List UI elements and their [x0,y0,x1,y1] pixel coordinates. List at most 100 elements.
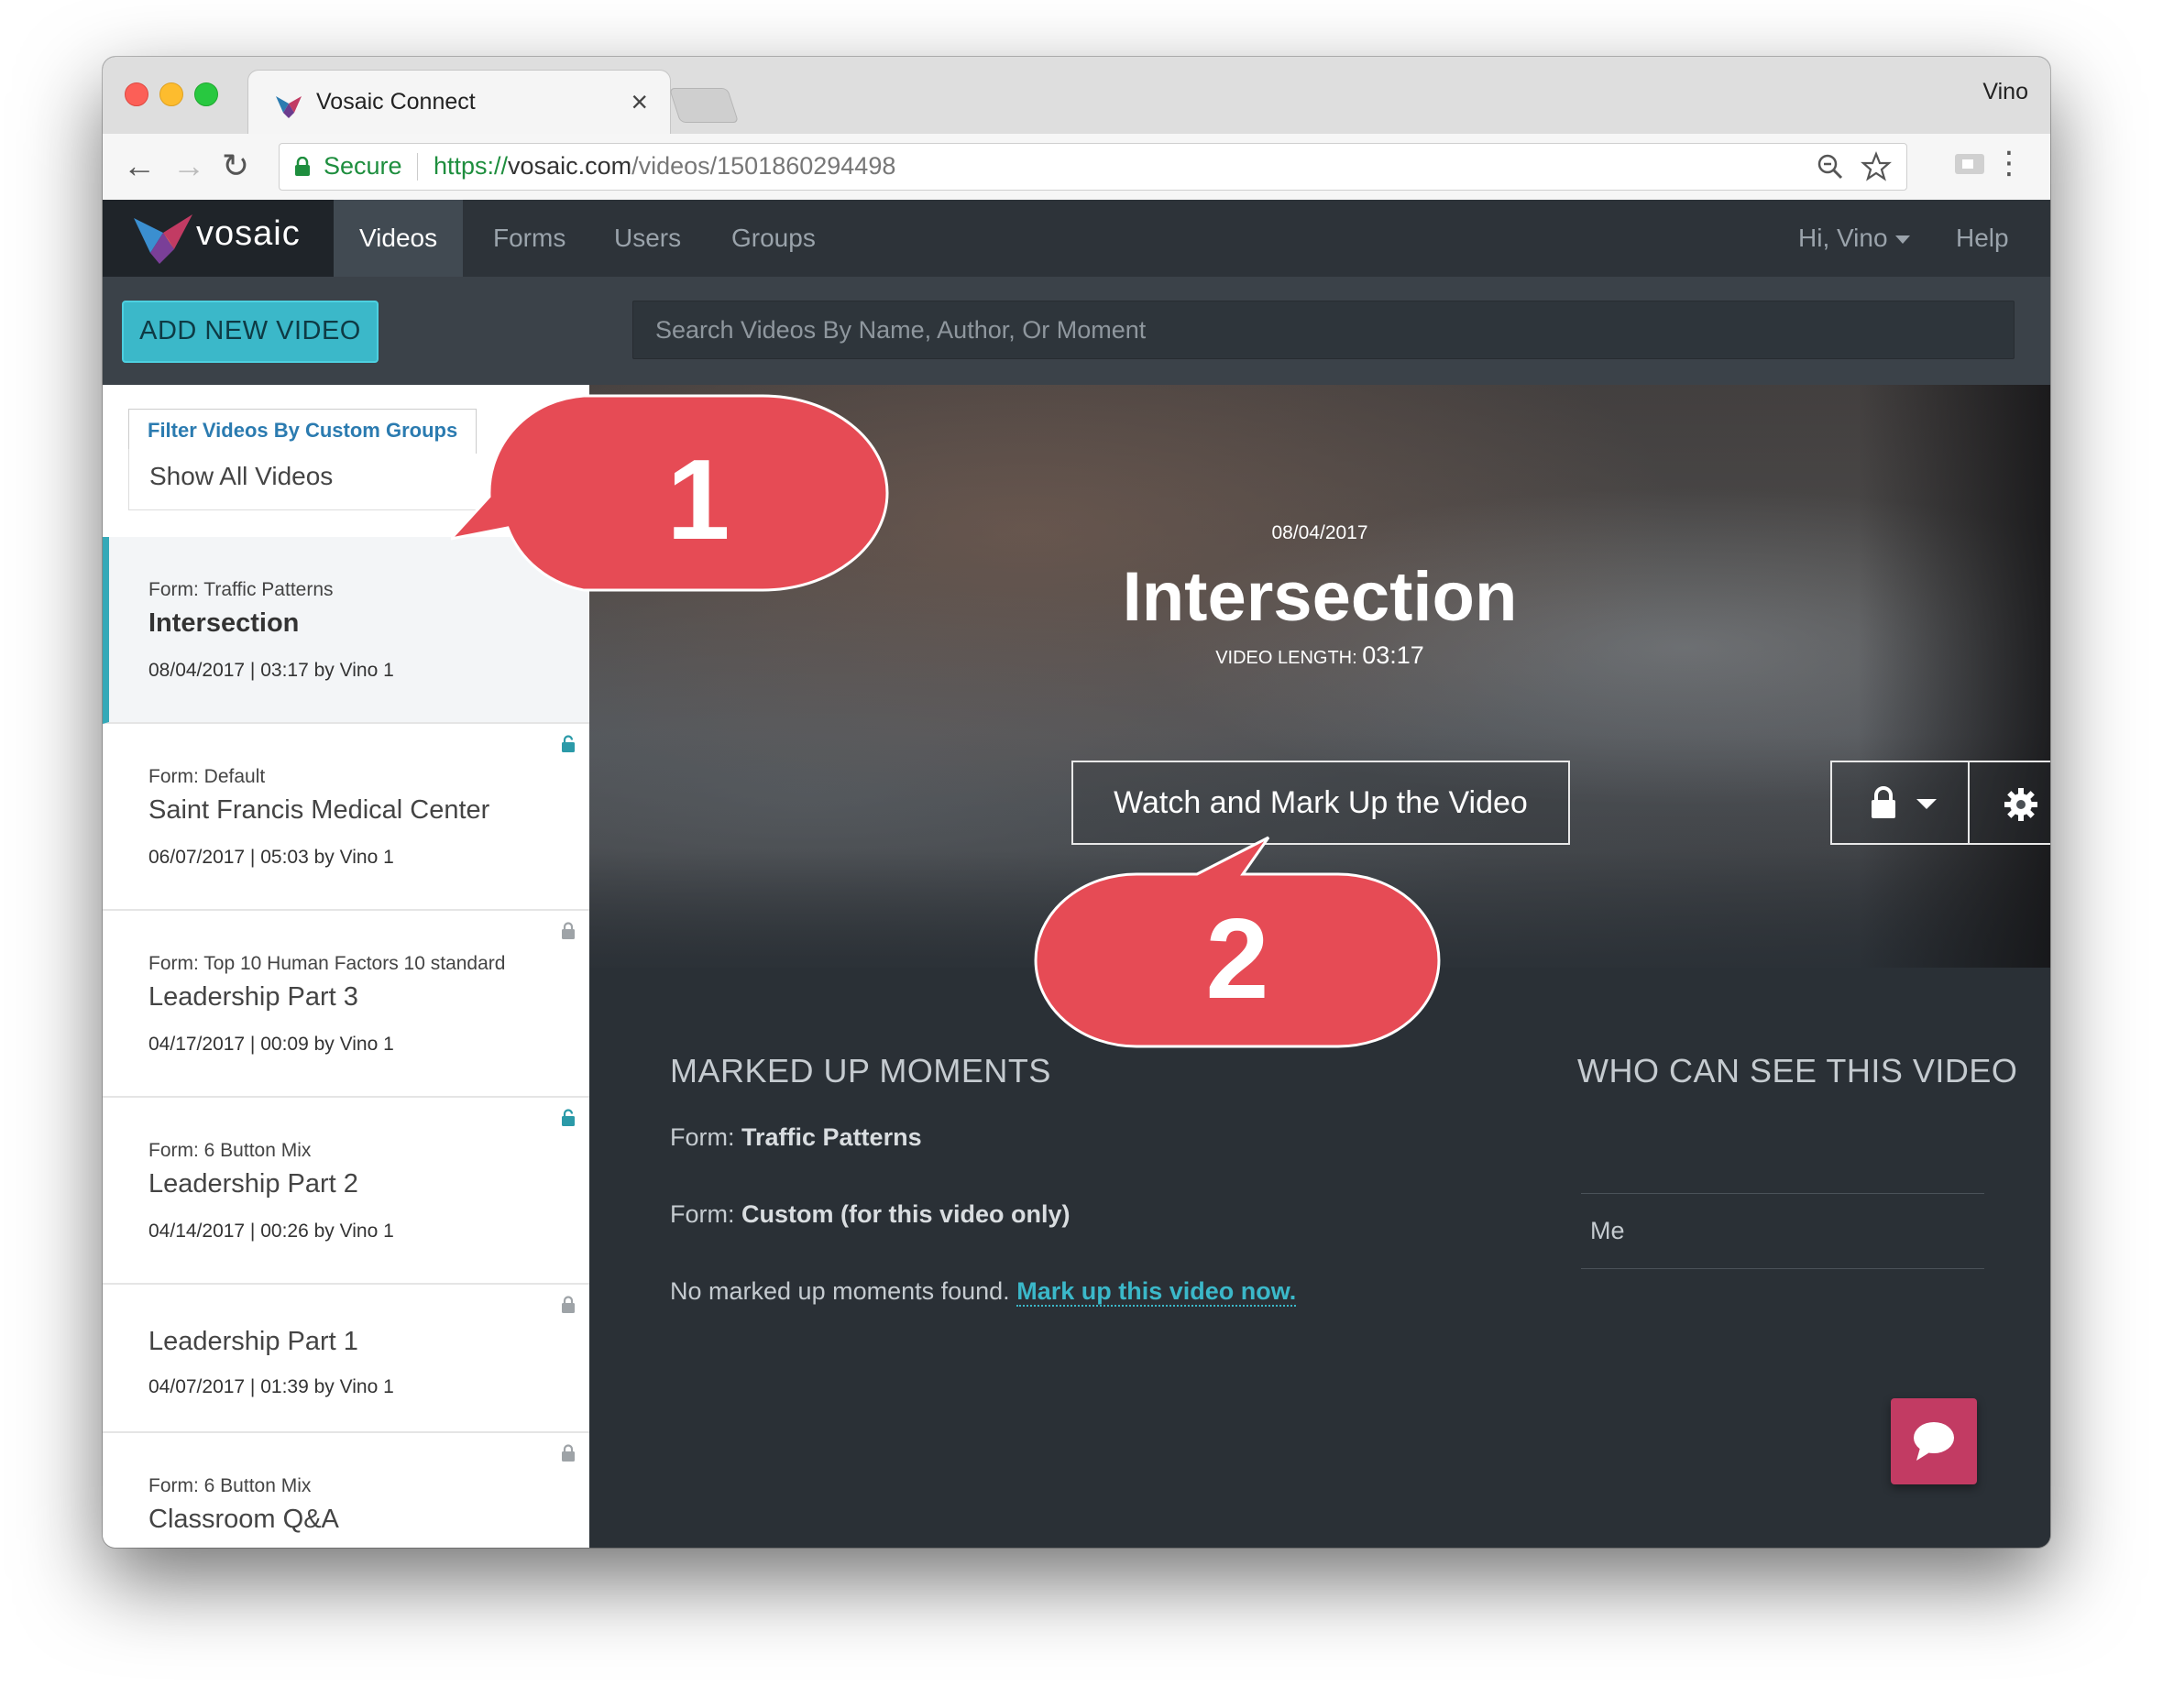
video-list: Form: Traffic Patterns Intersection 08/0… [103,537,589,1548]
filter-label: Filter Videos By Custom Groups [128,409,478,454]
video-meta: 06/07/2017 | 05:03 by Vino 1 [148,847,394,868]
video-details: MARKED UP MOMENTS Form: Traffic Patterns… [589,968,2050,1548]
video-title: Leadership Part 1 [148,1327,358,1356]
settings-dropdown-button[interactable] [1968,762,2050,843]
video-meta: 04/07/2017 | 01:39 by Vino 1 [148,1376,394,1397]
callout-number: 1 [666,437,730,564]
video-title: Leadership Part 3 [148,982,358,1012]
video-meta: 04/14/2017 | 00:26 by Vino 1 [148,1221,394,1242]
no-moments-text: No marked up moments found. [670,1277,1010,1305]
tab-close-icon[interactable]: × [631,85,648,119]
nav-groups[interactable]: Groups [706,200,841,277]
lock-open-icon [562,1109,575,1126]
form-name: Custom (for this video only) [741,1200,1071,1228]
new-tab-button[interactable] [668,88,740,123]
user-greeting: Hi, Vino [1798,224,1888,252]
action-bar: ADD NEW VIDEO [103,277,2050,385]
user-menu-caret-icon [1894,235,1910,245]
search-videos-input[interactable] [632,301,2015,359]
forward-arrow-icon[interactable]: → [172,143,205,189]
privacy-caret-icon [1916,799,1937,809]
add-new-video-button[interactable]: ADD NEW VIDEO [122,301,379,363]
nav-forms[interactable]: Forms [467,200,591,277]
video-form: Form: Default [148,766,266,787]
lock-closed-icon [562,1444,575,1462]
gear-icon [2004,788,2037,821]
video-title: Leadership Part 2 [148,1169,358,1199]
video-title: Intersection [148,608,300,638]
form-traffic-patterns: Form: Traffic Patterns [670,1123,922,1152]
form-prefix: Form: [670,1200,735,1228]
video-title: Saint Francis Medical Center [148,795,490,825]
divider [1581,1268,1984,1269]
bookmark-star-icon[interactable] [1861,151,1892,182]
lock-open-icon [562,735,575,752]
tab-title: Vosaic Connect [316,89,476,115]
lock-closed-icon [562,1296,575,1313]
url-path: /videos/1501860294498 [631,152,896,180]
secure-label: Secure [324,152,402,180]
close-window-button[interactable] [125,82,148,106]
url-divider [417,153,418,181]
browser-tab-active[interactable]: Vosaic Connect × [247,70,671,136]
form-prefix: Form: [670,1123,735,1151]
minimize-window-button[interactable] [159,82,183,106]
video-options-group [1830,761,2050,845]
chat-button[interactable] [1891,1398,1977,1484]
nav-users[interactable]: Users [588,200,707,277]
video-title: Classroom Q&A [148,1505,339,1534]
extension-icon[interactable] [1953,152,1986,178]
browser-window: Vosaic Connect × Vino ← → ↻ Secure https… [103,57,2050,1548]
video-list-item[interactable]: Form: 6 Button Mix Classroom Q&A [103,1433,589,1548]
brand-name: vosaic [196,214,301,253]
nav-help[interactable]: Help [1956,200,2009,277]
chat-bubble-icon [1914,1422,1954,1461]
zoom-icon[interactable] [1815,151,1846,182]
url-text[interactable]: https://vosaic.com/videos/1501860294498 [434,152,895,181]
maximize-window-button[interactable] [194,82,218,106]
profile-name[interactable]: Vino [1982,79,2028,105]
video-form: Form: 6 Button Mix [148,1475,312,1496]
browser-toolbar: ← → ↻ Secure https://vosaic.com/videos/1… [103,134,2050,201]
who-can-see-heading: WHO CAN SEE THIS VIDEO [1577,1052,2018,1089]
mark-up-now-link[interactable]: Mark up this video now. [1016,1277,1297,1307]
video-list-item[interactable]: Form: 6 Button Mix Leadership Part 2 04/… [103,1098,589,1285]
url-scheme: https:// [434,152,509,180]
callout-2: 2 [1034,832,1441,1050]
video-length: VIDEO LENGTH: 03:17 [589,641,2050,670]
video-meta: 08/04/2017 | 03:17 by Vino 1 [148,660,394,681]
video-form: Form: Top 10 Human Factors 10 standard [148,953,506,974]
no-moments-message: No marked up moments found. Mark up this… [670,1277,1297,1307]
vosaic-logo-icon [134,214,192,264]
video-list-item[interactable]: Leadership Part 1 04/07/2017 | 01:39 by … [103,1285,589,1433]
brand-logo[interactable]: vosaic [103,200,334,277]
secure-lock-icon [295,157,310,176]
marked-moments-heading: MARKED UP MOMENTS [670,1052,1051,1089]
video-form: Form: 6 Button Mix [148,1140,312,1161]
browser-menu-icon[interactable]: ⋮ [1993,145,2025,181]
lock-icon [1872,786,1895,818]
address-bar[interactable]: Secure https://vosaic.com/videos/1501860… [279,143,1907,191]
url-host: vosaic.com [508,152,632,180]
tab-strip: Vosaic Connect × Vino [103,57,2050,136]
privacy-dropdown-button[interactable] [1832,762,1967,843]
video-list-item[interactable]: Form: Default Saint Francis Medical Cent… [103,724,589,911]
nav-videos[interactable]: Videos [334,200,464,277]
video-length-label: VIDEO LENGTH: [1215,648,1357,668]
video-meta: 04/17/2017 | 00:09 by Vino 1 [148,1034,394,1055]
callout-number: 2 [1205,896,1269,1023]
back-arrow-icon[interactable]: ← [123,143,156,189]
lock-closed-icon [562,922,575,939]
video-list-item[interactable]: Form: Top 10 Human Factors 10 standard L… [103,911,589,1098]
form-name: Traffic Patterns [741,1123,922,1151]
viewer-item: Me [1590,1217,1625,1244]
reload-icon[interactable]: ↻ [222,143,249,189]
divider [1581,1193,1984,1194]
form-custom: Form: Custom (for this video only) [670,1200,1071,1229]
callout-1: 1 [451,394,891,607]
video-length-value: 03:17 [1362,641,1424,669]
user-menu[interactable]: Hi, Vino [1798,200,1910,277]
app-navbar: vosaic Videos Forms Users Groups Hi, Vin… [103,200,2050,277]
filter-selected-value: Show All Videos [149,462,334,490]
video-form: Form: Traffic Patterns [148,579,334,600]
